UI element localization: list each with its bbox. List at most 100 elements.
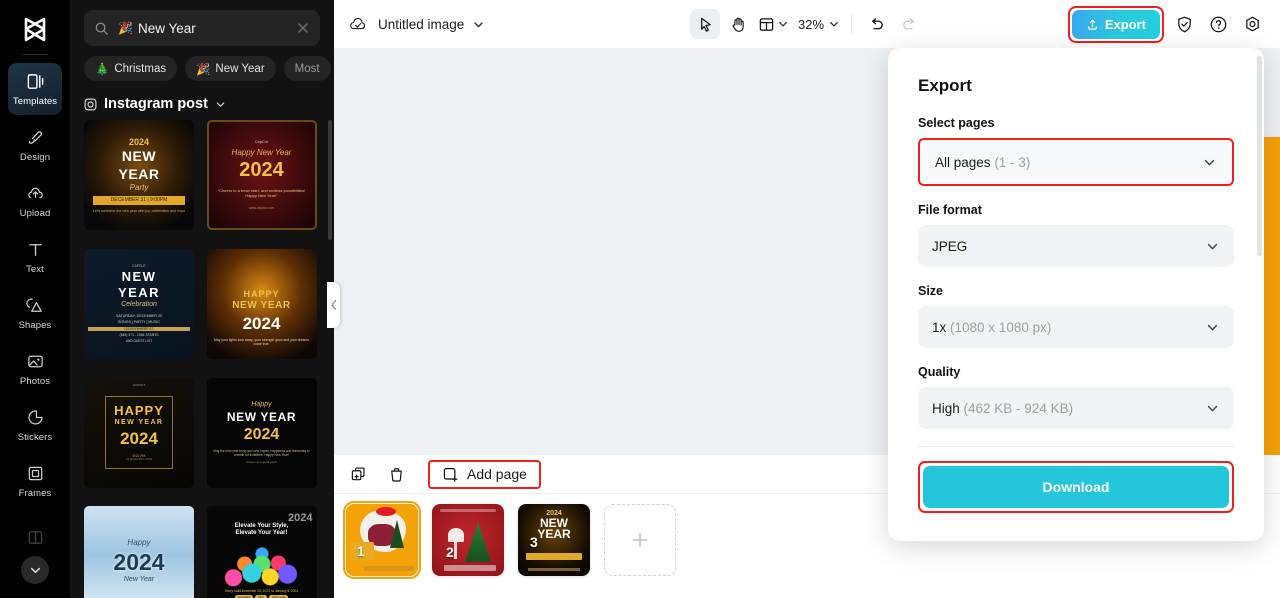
- search-input[interactable]: 🎉 New Year: [84, 10, 320, 46]
- add-page-icon: [442, 466, 459, 483]
- shield-check-button[interactable]: [1170, 10, 1198, 38]
- layout-icon: [758, 16, 775, 33]
- template-card[interactable]: HAPPY NEW YEAR 2024 May your lights look…: [206, 248, 317, 359]
- tpl3-line2: YEAR: [117, 284, 161, 300]
- select-pages-dropdown[interactable]: All pages (1 - 3): [921, 141, 1231, 183]
- add-page-button[interactable]: Add page: [442, 466, 527, 483]
- zoom-control[interactable]: 32%: [794, 17, 842, 32]
- tpl7-line2: 2024: [113, 548, 165, 575]
- quality-main: High: [932, 400, 960, 416]
- close-icon[interactable]: [296, 21, 310, 35]
- sidebar-item-frames[interactable]: Frames: [8, 455, 62, 507]
- tag-emoji-christmas: 🎄: [95, 63, 110, 76]
- tpl5-line2: NEW YEAR: [114, 419, 164, 427]
- tpl1-line6: Let's welcome the new year with joy, cel…: [92, 208, 186, 213]
- tpl8-line2: Elevate Your Year!: [235, 530, 288, 537]
- tpl2-line4: www.capcut.com: [248, 206, 275, 211]
- export-panel-title: Export: [918, 76, 972, 95]
- tpl4-line2: NEW YEAR: [232, 300, 291, 312]
- tag-christmas[interactable]: 🎄 Christmas: [84, 56, 178, 81]
- sidebar-label-stickers: Stickers: [17, 431, 53, 443]
- duplicate-page-button[interactable]: [344, 460, 372, 488]
- toolbar-divider: [851, 15, 853, 33]
- text-icon: [25, 240, 45, 260]
- sidebar-label-frames: Frames: [18, 487, 52, 499]
- size-dropdown[interactable]: 1x (1080 x 1080 px): [918, 306, 1234, 348]
- quality-filesize: (462 KB - 924 KB): [963, 400, 1074, 416]
- design-icon: [25, 128, 45, 148]
- select-tool-button[interactable]: [689, 9, 720, 39]
- category-selector[interactable]: Instagram post: [70, 88, 334, 118]
- sidebar-label-text: Text: [26, 263, 44, 275]
- chevron-down-icon[interactable]: [472, 18, 485, 31]
- template-card[interactable]: 2024 NEW YEAR Party DECEMBER 31 | 9:00PM…: [84, 120, 194, 230]
- size-label: Size: [918, 284, 944, 298]
- document-title[interactable]: Untitled image: [378, 17, 464, 32]
- trash-icon: [388, 466, 405, 483]
- select-pages-range: (1 - 3): [994, 154, 1031, 170]
- panel-collapse-handle[interactable]: [327, 282, 340, 328]
- size-value: 1x (1080 x 1080 px): [932, 320, 1051, 335]
- capcut-editor-window: Templates Design Upload Text Shapes Phot…: [0, 0, 1280, 598]
- tpl2-brand: CapCut: [254, 139, 269, 145]
- download-button[interactable]: Download: [923, 466, 1229, 508]
- shield-check-icon: [1175, 15, 1194, 34]
- select-pages-label: Select pages: [918, 116, 995, 130]
- templates-scrollbar[interactable]: [328, 120, 332, 240]
- shapes-icon: [25, 296, 45, 316]
- template-card[interactable]: Happy NEW YEAR 2024 May the new year bri…: [206, 377, 317, 488]
- help-button[interactable]: [1204, 10, 1232, 38]
- sidebar-item-shapes[interactable]: Shapes: [8, 287, 62, 339]
- chevron-down-icon: [777, 18, 789, 30]
- gear-icon: [1243, 15, 1262, 34]
- template-card[interactable]: Happy 2024 New Year: [84, 506, 194, 598]
- sidebar-item-templates[interactable]: Templates: [8, 63, 62, 115]
- page-thumbnail-3[interactable]: 2024 NEW YEAR 3: [518, 504, 590, 576]
- left-nav-rail: Templates Design Upload Text Shapes Phot…: [0, 0, 70, 598]
- sidebar-label-templates: Templates: [12, 95, 58, 107]
- page-thumbnail-1[interactable]: 1: [343, 501, 421, 579]
- select-pages-main: All pages: [935, 154, 991, 170]
- rail-more-button[interactable]: [21, 556, 49, 584]
- sidebar-item-stickers[interactable]: Stickers: [8, 399, 62, 451]
- tpl8-btn3: Learn more: [269, 594, 289, 598]
- sidebar-item-photos[interactable]: Photos: [8, 343, 62, 395]
- sidebar-item-upload[interactable]: Upload: [8, 175, 62, 227]
- tpl1-line1: 2024: [128, 137, 149, 147]
- sidebar-label-upload: Upload: [19, 207, 51, 219]
- tpl2-line2: 2024: [239, 159, 284, 182]
- tag-new-year[interactable]: 🎉 New Year: [185, 56, 276, 81]
- settings-button[interactable]: [1238, 10, 1266, 38]
- tpl1-line4: Party: [129, 183, 149, 193]
- sidebar-item-text[interactable]: Text: [8, 231, 62, 283]
- export-panel-scrollbar[interactable]: [1257, 56, 1262, 256]
- template-card[interactable]: CapCut Happy New Year 2024 "Cheers to a …: [206, 120, 317, 230]
- template-card[interactable]: CAPCUT NEW YEAR Celebration SATURDAY, DE…: [84, 248, 194, 359]
- tpl5-line3: 2024: [120, 428, 158, 448]
- add-page-thumbnail[interactable]: [604, 504, 676, 576]
- file-format-dropdown[interactable]: JPEG: [918, 225, 1234, 267]
- tag-label-christmas: Christmas: [114, 62, 167, 75]
- sidebar-item-design[interactable]: Design: [8, 119, 62, 171]
- quality-dropdown[interactable]: High (462 KB - 924 KB): [918, 387, 1234, 429]
- template-card[interactable]: CAPCUT HAPPY NEW YEAR 2024 8:00 PM 31 De…: [84, 377, 194, 488]
- page-thumbnail-2[interactable]: 2: [432, 504, 504, 576]
- export-button[interactable]: Export: [1071, 9, 1160, 39]
- template-card[interactable]: Elevate Your Style, Elevate Your Year! 2…: [206, 506, 317, 598]
- tpl6-line1: Happy: [251, 400, 272, 408]
- delete-page-button[interactable]: [382, 460, 410, 488]
- chevron-down-icon: [1205, 320, 1220, 335]
- tag-most[interactable]: Most: [283, 56, 331, 81]
- file-format-value: JPEG: [932, 239, 967, 254]
- capcut-logo[interactable]: [18, 14, 52, 44]
- category-label: Instagram post: [104, 96, 208, 112]
- layout-tool-button[interactable]: [756, 16, 791, 33]
- page-number: 1: [357, 543, 365, 559]
- hand-tool-button[interactable]: [723, 9, 753, 39]
- export-divider: [918, 446, 1234, 447]
- undo-button[interactable]: [861, 9, 891, 39]
- tpl6-line2: NEW YEAR: [226, 409, 297, 424]
- size-dimensions: (1080 x 1080 px): [950, 319, 1052, 335]
- redo-button[interactable]: [894, 9, 924, 39]
- search-icon: [94, 21, 110, 36]
